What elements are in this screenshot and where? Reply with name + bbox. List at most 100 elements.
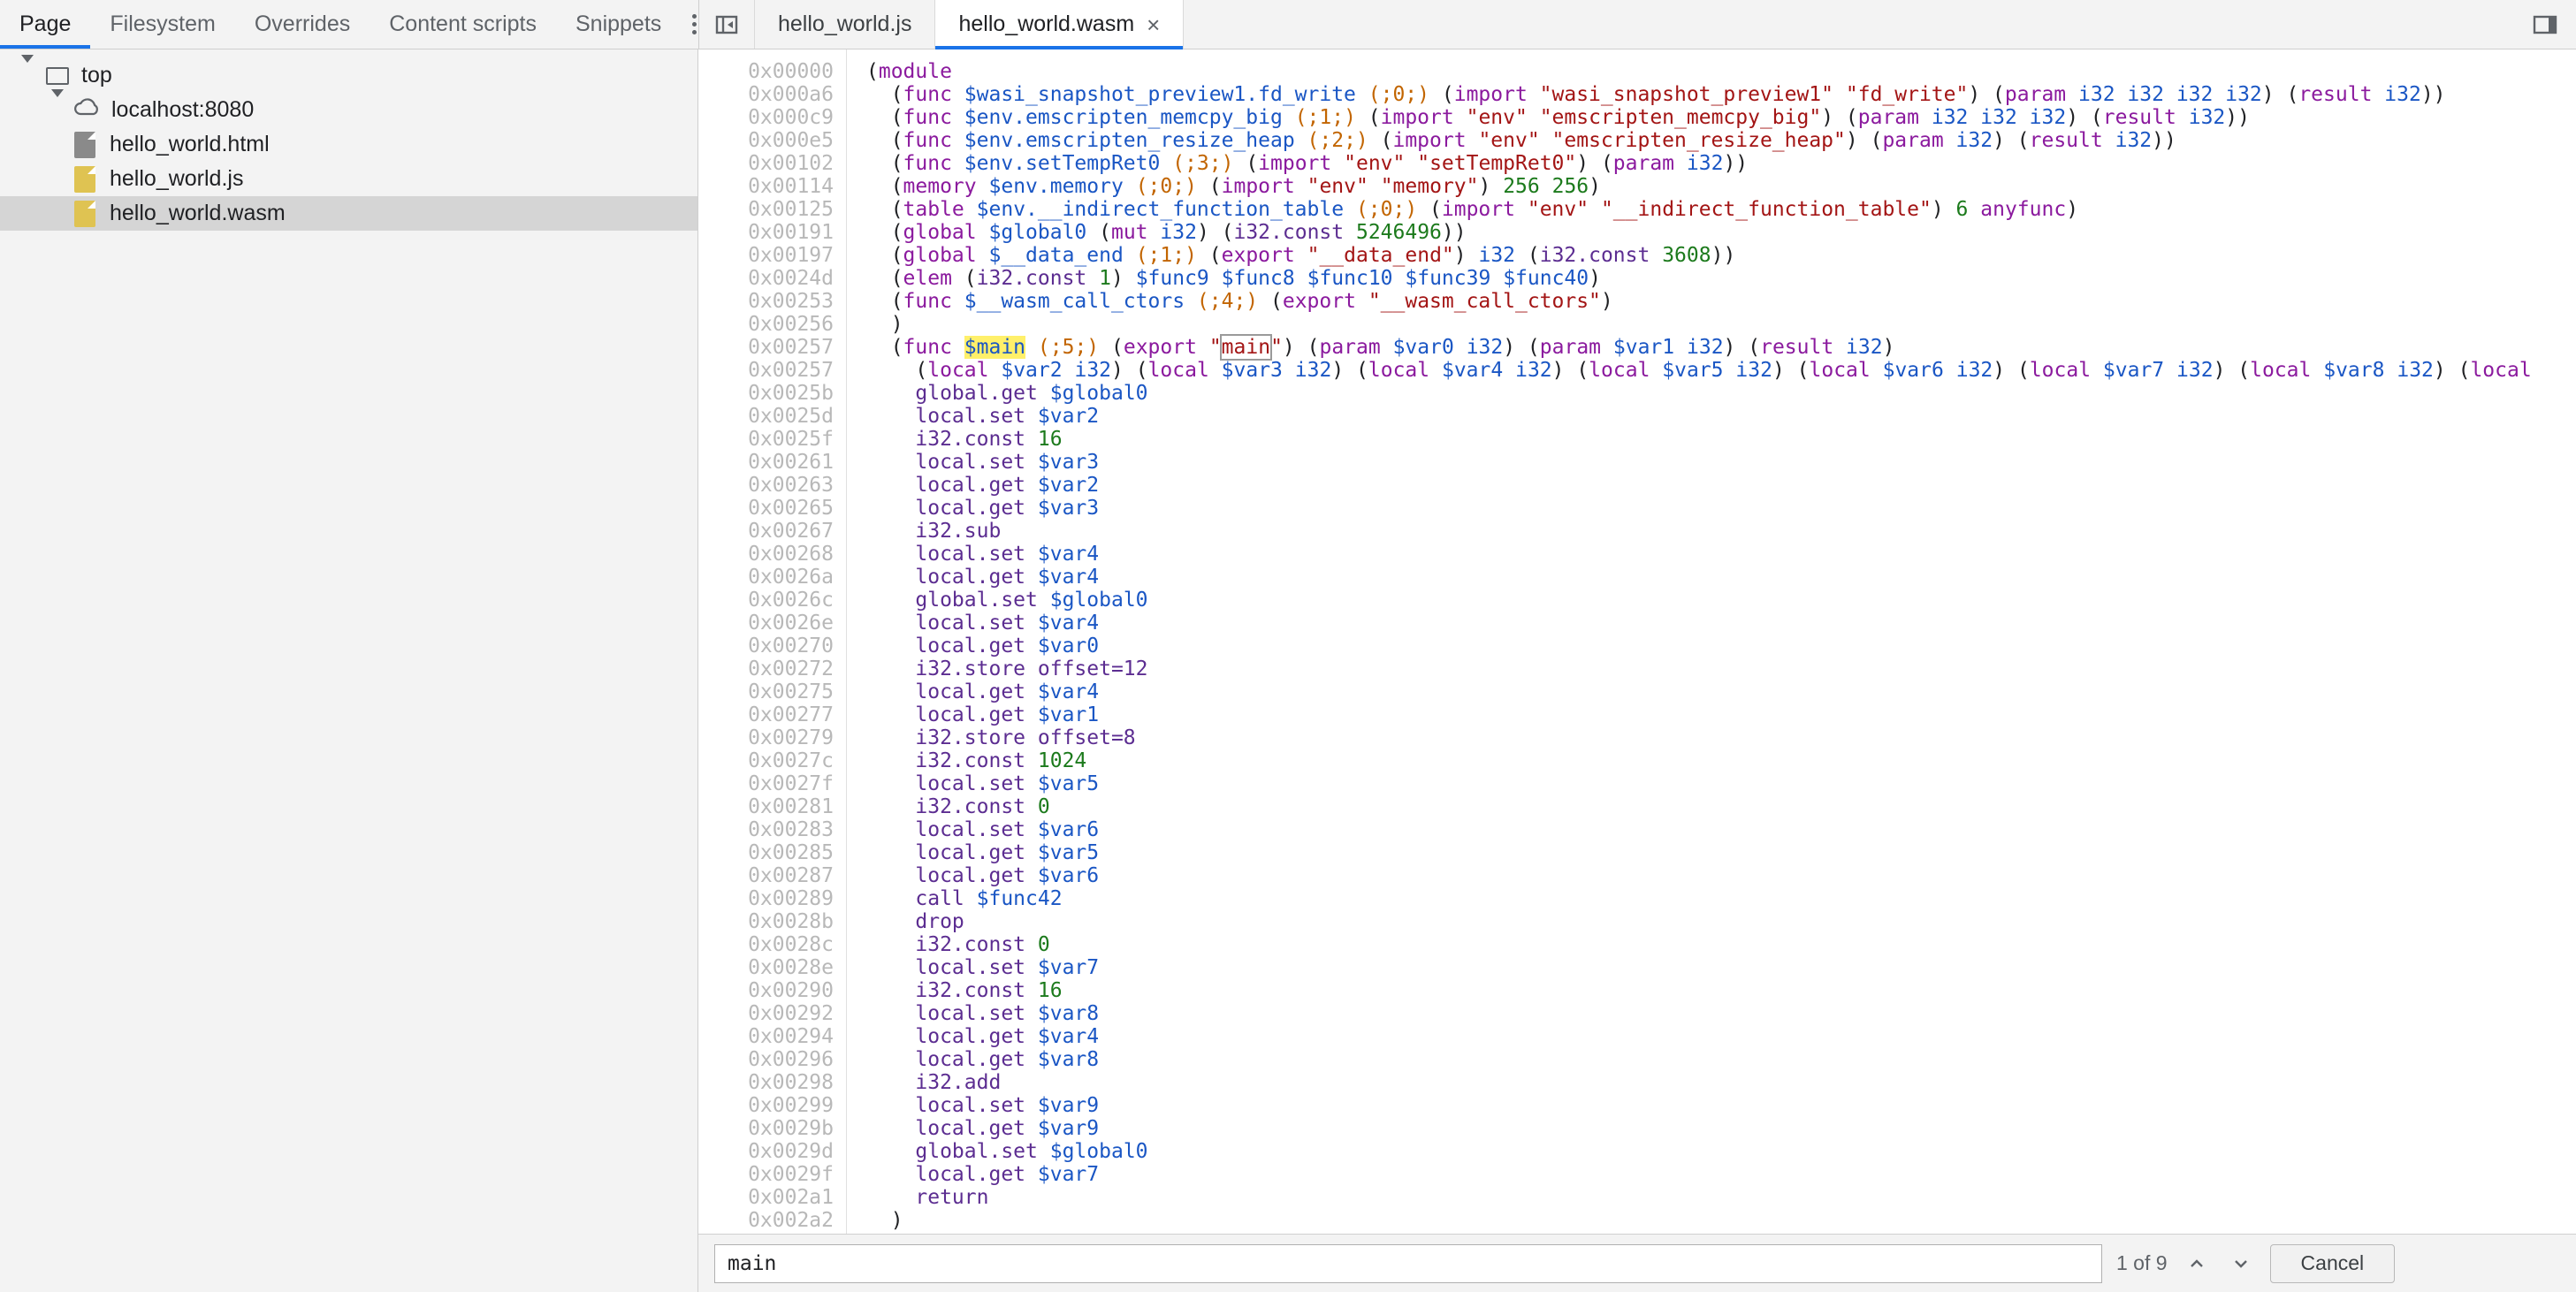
tree-item-hello-world-html[interactable]: hello_world.html [0,127,697,162]
line-number: 0x00296 [748,1048,834,1071]
code-line: i32.const 0 [915,933,1050,956]
tree-item-hello-world-wasm[interactable]: hello_world.wasm [0,196,697,231]
nav-tab-label: Filesystem [110,11,216,36]
show-navigator-icon[interactable] [699,0,754,49]
editor-tab-hello-world-js[interactable]: hello_world.js [754,0,934,49]
search-match-count: 1 of 9 [2116,1251,2168,1274]
line-number-gutter: 0x00000 0x000a6 0x000c9 0x000e5 0x00102 0x001… [698,49,847,1234]
file-navigator-tree: top localhost:8080 hello_world.html hell… [0,49,698,1292]
code-line: (func $__errno_location (;6;) (export "_… [866,1232,2576,1234]
cancel-button[interactable]: Cancel [2269,1243,2396,1283]
chevron-down-icon[interactable] [51,89,64,123]
cloud-icon [72,95,103,125]
nav-tab-filesystem[interactable]: Filesystem [90,0,234,49]
line-number: 0x00000 [748,60,834,83]
code-scroll-area[interactable]: 0x00000 0x000a6 0x000c9 0x000e5 0x00102 0x001… [698,49,2576,1234]
code-line: (memory $env.memory (;0;) (import "env" … [866,175,1601,198]
search-input[interactable]: main [714,1243,2102,1283]
nav-tab-snippets[interactable]: Snippets [556,0,681,49]
code-line: local.get $var8 [915,1048,1100,1071]
line-number: 0x00268 [748,543,834,566]
chevron-down-icon[interactable] [2226,1249,2256,1279]
nav-tab-overrides[interactable]: Overrides [235,0,370,49]
code-line: local.get $var5 [915,841,1100,864]
line-number: 0x000a6 [748,83,834,106]
code-line: i32.const 1024 [915,749,1087,772]
code-line: local.set $var6 [915,818,1100,841]
line-number: 0x00263 [748,474,834,497]
code-line: local.get $var6 [915,864,1100,887]
code-line: (global $__data_end (;1;) (export "__dat… [866,244,1736,267]
tree-item-top[interactable]: top [0,55,697,93]
code-line: local.set $var3 [915,451,1100,474]
code-line: local.set $var9 [915,1094,1100,1117]
editor-tab-label: hello_world.js [778,11,912,36]
tree-item-label: localhost:8080 [111,97,255,122]
nav-tab-page[interactable]: Page [0,0,91,49]
chevron-down-icon[interactable] [21,55,34,88]
line-number: 0x00270 [748,635,834,657]
code-line: global.get $global0 [915,382,1148,405]
line-number: 0x002a2 [748,1209,834,1232]
code-content[interactable]: (module (func $wasi_snapshot_preview1.fd… [847,49,2576,1234]
code-line: i32.const 16 [915,979,1063,1002]
tree-item-hello-world-js[interactable]: hello_world.js [0,162,697,196]
line-number: 0x00261 [748,451,834,474]
nav-tab-label: Page [19,11,72,36]
code-editor: 0x00000 0x000a6 0x000c9 0x000e5 0x00102 0x001… [698,49,2576,1292]
line-number: 0x0025b [748,382,834,405]
search-input-value: main [728,1251,777,1275]
line-number: 0x00191 [748,221,834,244]
code-line: i32.const 16 [915,428,1063,451]
code-line: drop [915,910,964,933]
line-number: 0x00279 [748,726,834,749]
dock-to-right-icon[interactable] [2514,0,2576,49]
code-line: local.get $var0 [915,635,1100,657]
code-line: ) [866,1209,903,1232]
line-number: 0x0025f [748,428,834,451]
code-line: i32.add [915,1071,1002,1094]
line-number: 0x0028e [748,956,834,979]
line-number: 0x00283 [748,818,834,841]
code-line: (module [866,60,952,83]
line-number: 0x00257 [748,336,834,359]
tree-item-label: hello_world.wasm [110,201,286,225]
line-number: 0x00285 [748,841,834,864]
line-number: 0x0029f [748,1163,834,1186]
line-number: 0x00287 [748,864,834,887]
line-number: 0x00277 [748,703,834,726]
line-number: 0x002a3 [698,1232,834,1234]
code-line: local.get $var2 [915,474,1100,497]
code-line: local.get $var7 [915,1163,1100,1186]
line-number: 0x00275 [748,680,834,703]
chevron-up-icon[interactable] [2182,1249,2212,1279]
code-line: (func $env.emscripten_memcpy_big (;1;) (… [866,106,2250,129]
line-number: 0x00298 [748,1071,834,1094]
tree-item-label: top [81,63,112,87]
nav-tab-label: Overrides [254,11,351,36]
code-line: (func $main (;5;) (export "main") (param… [866,334,1895,361]
code-line: local.get $var4 [915,680,1100,703]
code-line: local.set $var5 [915,772,1100,795]
nav-tab-content-scripts[interactable]: Content scripts [370,0,556,49]
line-number: 0x0024d [748,267,834,290]
line-number: 0x0027c [748,749,834,772]
code-line: i32.store offset=12 [915,657,1148,680]
code-line: global.set $global0 [915,1140,1148,1163]
code-line: (global $global0 (mut i32) (i32.const 52… [866,221,1467,244]
more-options-icon[interactable] [690,0,698,49]
line-number: 0x00257 [748,359,834,382]
code-line: local.get $var4 [915,1025,1100,1048]
code-line: call $func42 [915,887,1063,910]
editor-tab-hello-world-wasm[interactable]: hello_world.wasm × [934,0,1184,49]
line-number: 0x002a1 [748,1186,834,1209]
line-number: 0x00289 [748,887,834,910]
code-line: i32.const 0 [915,795,1050,818]
navigator-tabbar: Page Filesystem Overrides Content script… [0,0,698,49]
line-number: 0x00102 [748,152,834,175]
document-gray-icon [74,131,95,158]
close-icon[interactable]: × [1147,13,1160,36]
line-number: 0x00294 [748,1025,834,1048]
line-number: 0x0025d [748,405,834,428]
tree-item-localhost[interactable]: localhost:8080 [0,89,697,127]
